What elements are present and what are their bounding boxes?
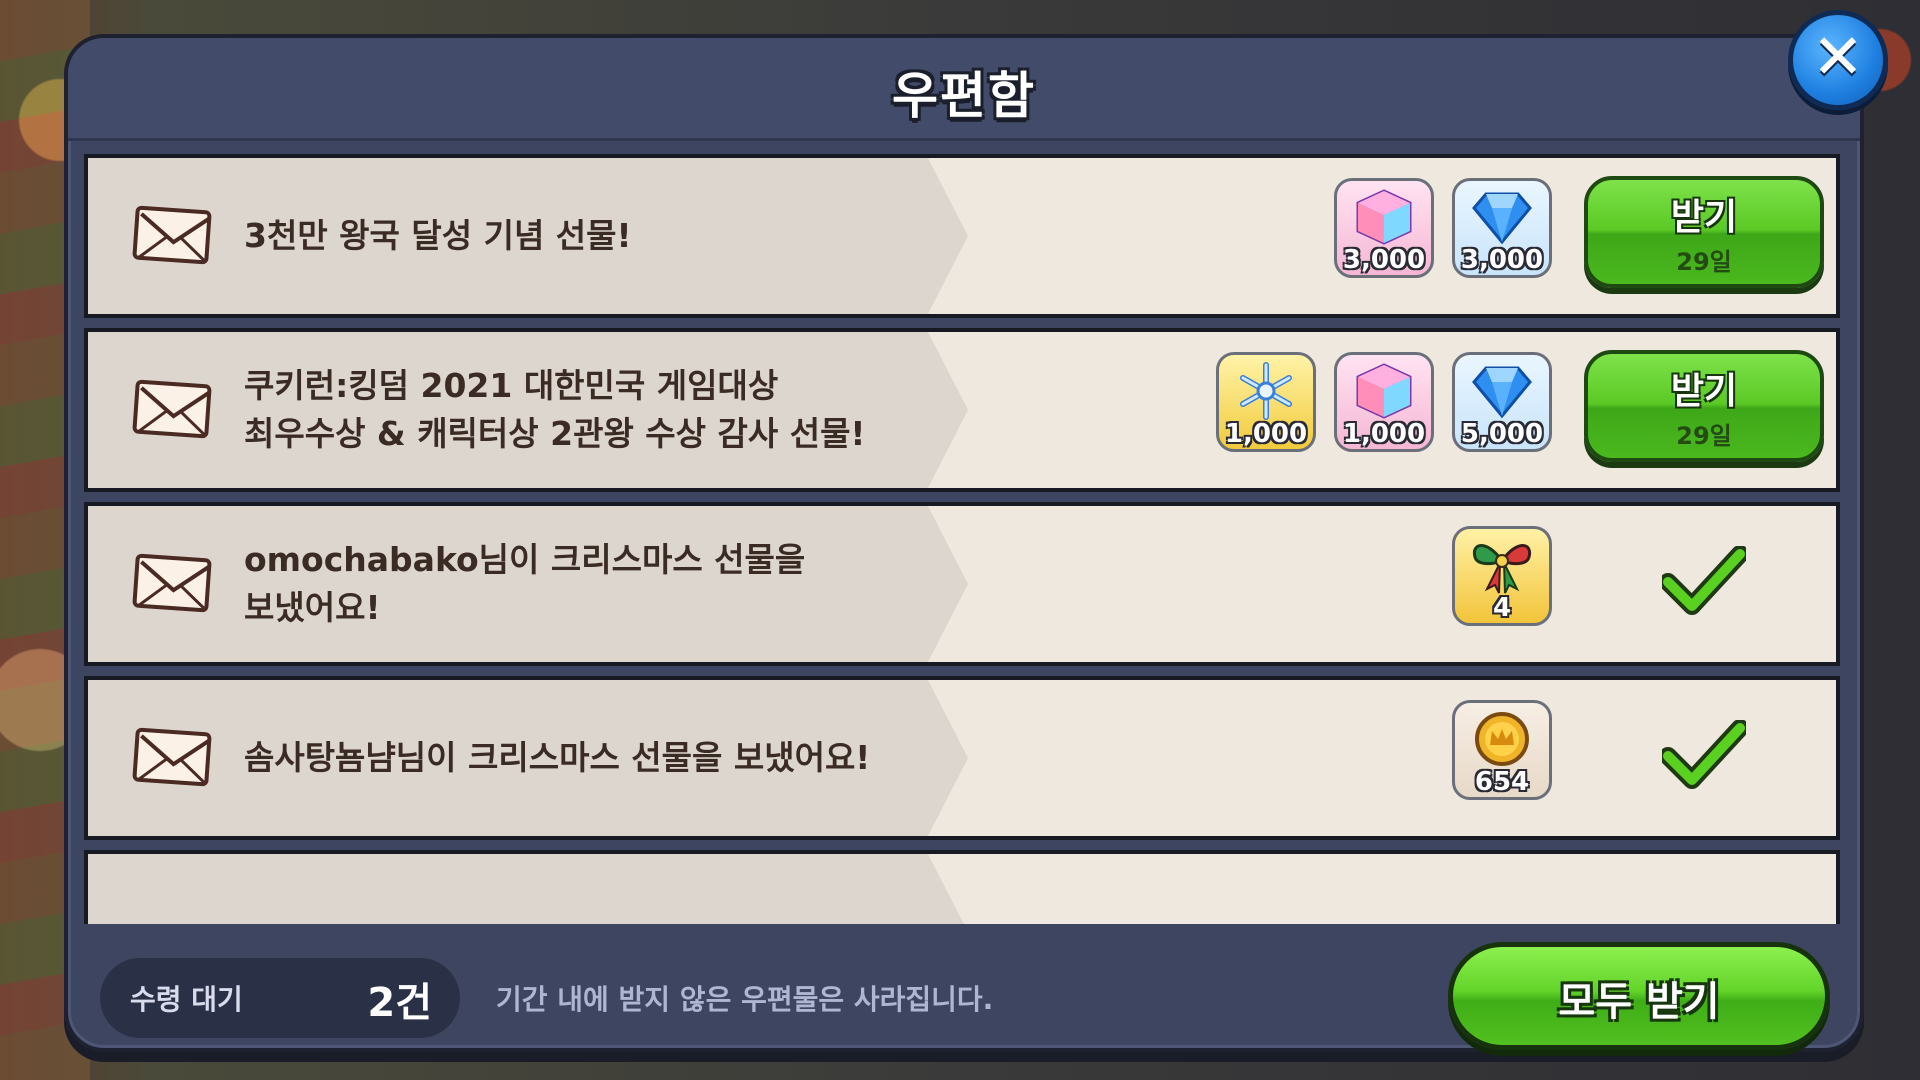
rainbow-cube-icon [1354,361,1414,425]
pending-badge: 수령 대기 2건 [100,958,460,1038]
reward-item[interactable]: 5,000 [1452,352,1552,452]
mail-row: 솜사탕뇸냠님이 크리스마스 선물을 보냈어요! 654 [84,676,1840,840]
mail-row: omochabako님이 크리스마스 선물을 보냈어요! 4 [84,502,1840,666]
mail-row: 3천만 왕국 달성 기념 선물! 3,000 3,000 받기 29일 [84,154,1840,318]
crystal-gem-icon [1472,364,1532,422]
panel-header: 우편함 [68,38,1860,141]
panel-title: 우편함 [892,67,1036,125]
mailbox-panel: 우편함 3천만 왕국 달성 기념 선물! 3,000 3,000 받기 29일 … [64,34,1864,1052]
reward-item[interactable]: 4 [1452,526,1552,626]
ribbon-icon [1467,535,1537,599]
claim-button[interactable]: 받기 29일 [1584,176,1824,288]
claimed-check-icon [1659,545,1749,620]
rainbow-cube-icon [1354,187,1414,251]
row-shade [88,854,968,924]
mail-message: 3천만 왕국 달성 기념 선물! [244,216,632,255]
expiry-notice: 기간 내에 받지 않은 우편물은 사라집니다. [496,983,994,1016]
envelope-icon [132,379,212,439]
mail-message: 솜사탕뇸냠님이 크리스마스 선물을 보냈어요! [244,738,871,777]
envelope-icon [132,727,212,787]
crystal-gem-icon [1472,190,1532,248]
mail-list[interactable]: 3천만 왕국 달성 기념 선물! 3,000 3,000 받기 29일 쿠키런:… [84,154,1840,924]
envelope-icon [132,553,212,613]
reward-item[interactable]: 3,000 [1334,178,1434,278]
close-icon: ✕ [1812,20,1864,93]
mailbox-footer: 수령 대기 2건 기간 내에 받지 않은 우편물은 사라집니다. 모두 받기 [68,928,1860,1050]
reward-item[interactable]: 1,000 [1334,352,1434,452]
claimed-check-icon [1659,719,1749,794]
pending-count: 2건 [367,980,432,1026]
mail-message: 쿠키런:킹덤 2021 대한민국 게임대상 최우수상 & 캐릭터상 2관왕 수상… [244,366,866,453]
gold-coin-icon [1472,709,1532,773]
reward-item[interactable]: 1,000 [1216,352,1316,452]
claim-all-button[interactable]: 모두 받기 [1448,942,1830,1050]
mail-row: 쿠키런:킹덤 2021 대한민국 게임대상 최우수상 & 캐릭터상 2관왕 수상… [84,328,1840,492]
close-button[interactable]: ✕ [1788,10,1888,110]
reward-item[interactable]: 654 [1452,700,1552,800]
mail-message: omochabako님이 크리스마스 선물을 보냈어요! [244,540,806,627]
claim-button[interactable]: 받기 29일 [1584,350,1824,462]
days-remaining: 29일 [1676,422,1732,450]
envelope-icon [132,205,212,265]
mail-row [84,850,1840,924]
reward-item[interactable]: 3,000 [1452,178,1552,278]
days-remaining: 29일 [1676,248,1732,276]
snowflake-icon [1236,361,1296,425]
